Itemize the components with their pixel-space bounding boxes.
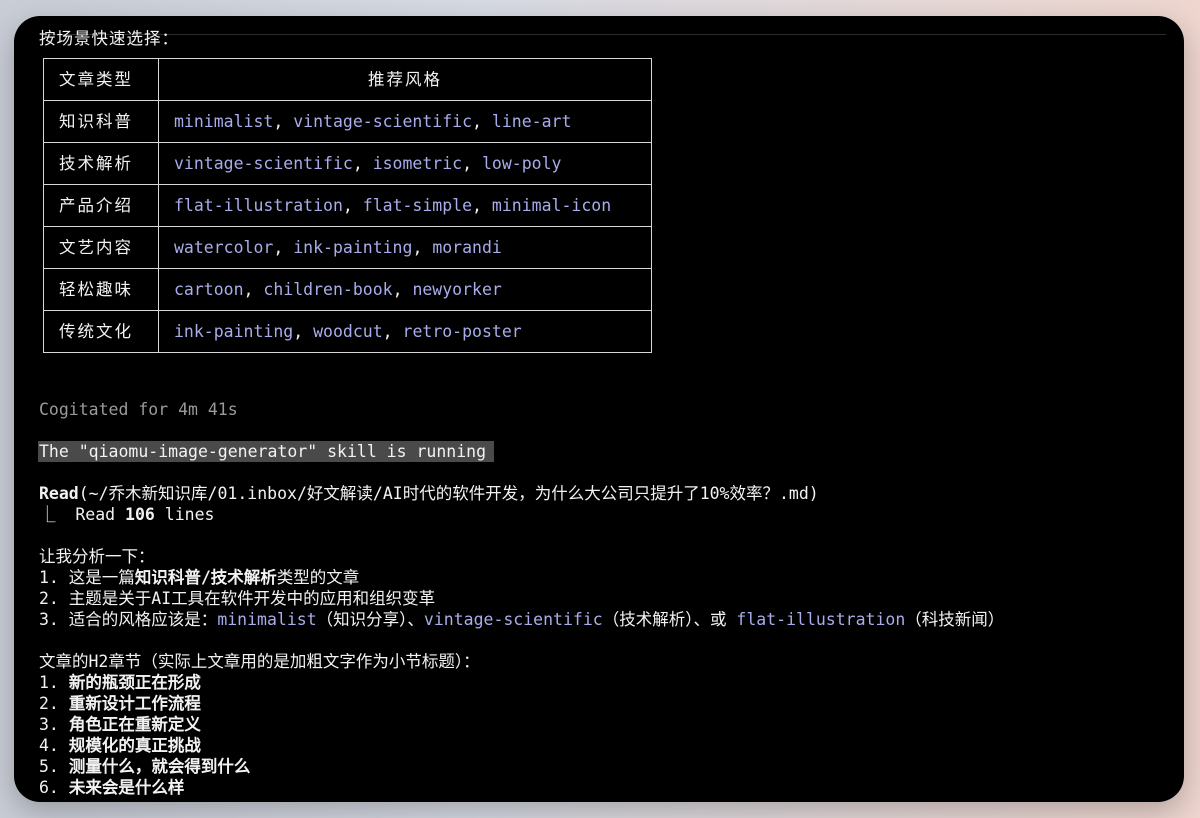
- style-tag: vintage-scientific: [174, 154, 353, 173]
- analysis-item-1-prefix: 1. 这是一篇: [39, 568, 135, 587]
- table-cell-type: 传统文化: [43, 310, 159, 353]
- style-tag: morandi: [432, 238, 502, 257]
- separator: ,: [342, 196, 363, 215]
- separator: ,: [273, 112, 294, 131]
- style-tag: minimal-icon: [491, 196, 612, 215]
- section-number: 6.: [39, 778, 69, 797]
- style-name-vintage-scientific: vintage-scientific: [423, 610, 603, 629]
- skill-running-banner: The "qiaomu-image-generator" skill is ru…: [38, 441, 495, 462]
- terminal-output: 按场景快速选择： 文章类型 推荐风格 知识科普 minimalist, vinta…: [38, 16, 1184, 802]
- style-tag: woodcut: [313, 322, 383, 341]
- section-number: 5.: [39, 757, 69, 776]
- separator: ,: [382, 322, 403, 341]
- section-title: 测量什么，就会得到什么: [68, 757, 251, 776]
- analysis-item-3-note-1: （知识分享）、: [316, 610, 424, 629]
- style-name-flat-illustration: flat-illustration: [736, 610, 906, 629]
- table-cell-type: 产品介绍: [43, 184, 159, 227]
- table-cell-styles: minimalist, vintage-scientific, line-art: [158, 100, 652, 143]
- sections-intro: 文章的H2章节（实际上文章用的是加粗文字作为小节标题）：: [39, 652, 480, 671]
- read-result-suffix: lines: [154, 505, 215, 524]
- section-number: 3.: [39, 715, 69, 734]
- style-tag: ink-painting: [174, 322, 294, 341]
- table-body: 知识科普 minimalist, vintage-scientific, line…: [43, 100, 652, 353]
- table-row: 技术解析 vintage-scientific, isometric, low-p…: [43, 142, 652, 185]
- section-number: 2.: [39, 694, 69, 713]
- section-number: 1.: [39, 673, 69, 692]
- style-tag: retro-poster: [402, 322, 522, 341]
- section-item: 4. 规模化的真正挑战: [39, 735, 201, 756]
- table-cell-type: 文艺内容: [43, 226, 159, 269]
- style-tag: isometric: [372, 154, 463, 173]
- read-tool-call: Read(~/乔木新知识库/01.inbox/好文解读/AI时代的软件开发，为什…: [39, 483, 819, 504]
- style-name-minimalist: minimalist: [217, 610, 317, 629]
- analysis-item-3: 3. 适合的风格应该是：minimalist（知识分享）、vintage-sci…: [39, 609, 1004, 630]
- separator: ,: [273, 238, 294, 257]
- style-tag: children-book: [263, 280, 393, 299]
- section-item: 6. 未来会是什么样: [39, 777, 184, 798]
- table-row: 产品介绍 flat-illustration, flat-simple, mini…: [43, 184, 652, 227]
- analysis-item-1-bold: 知识科普/技术解析: [134, 568, 277, 587]
- style-tag: ink-painting: [293, 238, 413, 257]
- analysis-item-3-note-3: （科技新闻）: [905, 610, 1005, 629]
- read-tool-name: Read: [39, 484, 79, 503]
- table-row: 传统文化 ink-painting, woodcut, retro-poster: [43, 310, 652, 353]
- style-tag: minimalist: [174, 112, 274, 131]
- analysis-item-3-prefix: 3. 适合的风格应该是：: [39, 610, 218, 629]
- read-result: ⎿ Read 106 lines: [39, 504, 214, 525]
- separator: ,: [293, 322, 314, 341]
- table-header-row: 文章类型 推荐风格: [43, 58, 652, 101]
- analysis-intro: 让我分析一下：: [39, 547, 155, 566]
- separator: ,: [352, 154, 373, 173]
- analysis-item-1-suffix: 类型的文章: [276, 568, 360, 587]
- analysis-item-3-note-2: （技术解析）、或: [602, 610, 737, 629]
- style-tag: vintage-scientific: [293, 112, 473, 131]
- section-title: 新的瓶颈正在形成: [68, 673, 201, 692]
- table-row: 文艺内容 watercolor, ink-painting, morandi: [43, 226, 652, 269]
- table-row: 知识科普 minimalist, vintage-scientific, line…: [43, 100, 652, 143]
- read-result-prefix: ⎿ Read: [39, 505, 126, 524]
- separator: ,: [472, 196, 492, 215]
- style-tag: cartoon: [174, 280, 244, 299]
- table-cell-styles: vintage-scientific, isometric, low-poly: [158, 142, 652, 185]
- section-title: 重新设计工作流程: [68, 694, 201, 713]
- separator: ,: [462, 154, 482, 173]
- style-tag: flat-simple: [362, 196, 473, 215]
- style-tag: low-poly: [481, 154, 562, 173]
- analysis-item-1: 1. 这是一篇知识科普/技术解析类型的文章: [39, 567, 359, 588]
- style-tag: newyorker: [412, 280, 502, 299]
- table-header-style: 推荐风格: [158, 58, 652, 101]
- table-row: 轻松趣味 cartoon, children-book, newyorker: [43, 268, 652, 311]
- read-file-path: (~/乔木新知识库/01.inbox/好文解读/AI时代的软件开发，为什么大公司…: [78, 484, 819, 503]
- table-header-type: 文章类型: [43, 58, 159, 101]
- cogitated-status: Cogitated for 4m 41s: [39, 400, 238, 419]
- table-cell-type: 技术解析: [43, 142, 159, 185]
- table-cell-type: 知识科普: [43, 100, 159, 143]
- section-item: 3. 角色正在重新定义: [39, 714, 201, 735]
- table-cell-type: 轻松趣味: [43, 268, 159, 311]
- style-table: 文章类型 推荐风格 知识科普 minimalist, vintage-scient…: [43, 58, 652, 353]
- separator: ,: [472, 112, 492, 131]
- read-line-count: 106: [125, 505, 155, 524]
- table-cell-styles: watercolor, ink-painting, morandi: [158, 226, 652, 269]
- section-number: 4.: [39, 736, 69, 755]
- analysis-item-2: 2. 主题是关于AI工具在软件开发中的应用和组织变革: [39, 589, 436, 608]
- table-cell-styles: ink-painting, woodcut, retro-poster: [158, 310, 652, 353]
- table-cell-styles: flat-illustration, flat-simple, minimal-…: [158, 184, 652, 227]
- separator: ,: [392, 280, 413, 299]
- section-title: 未来会是什么样: [68, 778, 185, 797]
- section-title: 规模化的真正挑战: [68, 736, 201, 755]
- section-item: 1. 新的瓶颈正在形成: [39, 672, 201, 693]
- separator: ,: [412, 238, 433, 257]
- separator: ,: [243, 280, 264, 299]
- terminal-window: 按场景快速选择： 文章类型 推荐风格 知识科普 minimalist, vinta…: [14, 16, 1184, 802]
- style-tag: line-art: [491, 112, 572, 131]
- section-item: 2. 重新设计工作流程: [39, 693, 201, 714]
- style-tag: flat-illustration: [174, 196, 343, 215]
- skill-status: The "qiaomu-image-generator" skill is ru…: [38, 441, 495, 462]
- style-tag: watercolor: [174, 238, 274, 257]
- section-item: 5. 测量什么，就会得到什么: [39, 756, 250, 777]
- section-title: 角色正在重新定义: [68, 715, 201, 734]
- table-cell-styles: cartoon, children-book, newyorker: [158, 268, 652, 311]
- partial-heading: 按场景快速选择：: [39, 29, 179, 48]
